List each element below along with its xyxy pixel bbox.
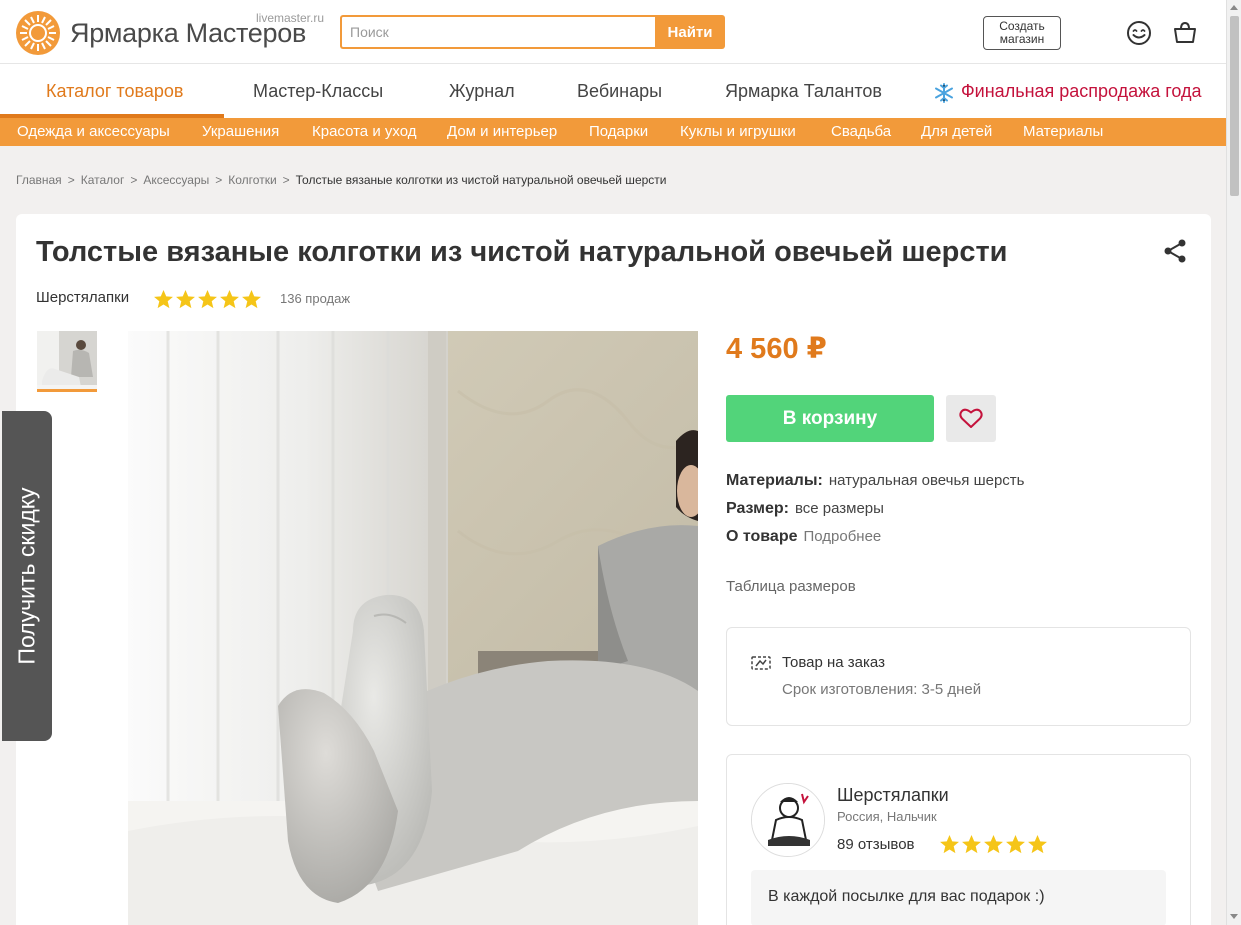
product-image [128, 331, 698, 925]
get-discount-tab[interactable]: Получить скидку [2, 411, 52, 741]
size-label: Размер: [726, 500, 789, 517]
shop-rating [939, 834, 1048, 855]
category-gifts[interactable]: Подарки [589, 123, 648, 140]
cart-icon[interactable] [1171, 19, 1199, 47]
gallery-thumbnail[interactable] [37, 331, 97, 389]
star-icon [198, 290, 217, 309]
product-seller-link[interactable]: Шерстялапки [36, 289, 129, 306]
star-icon [984, 835, 1003, 854]
category-materials[interactable]: Материалы [1023, 123, 1103, 140]
category-home[interactable]: Дом и интерьер [447, 123, 557, 140]
sales-count: 136 продаж [280, 291, 351, 306]
attribute-materials: Материалы: натуральная овечья шерсть [726, 472, 1024, 490]
star-icon [154, 290, 173, 309]
nav-master-classes[interactable]: Мастер-Классы [253, 81, 383, 102]
category-beauty[interactable]: Красота и уход [312, 123, 416, 140]
category-clothes[interactable]: Одежда и аксессуары [17, 123, 170, 140]
product-price: 4 560 ₽ [726, 333, 827, 365]
main-nav: Каталог товаров Мастер-Классы Журнал Веб… [0, 64, 1226, 118]
category-dolls[interactable]: Куклы и игрушки [680, 123, 796, 140]
order-title: Товар на заказ [782, 654, 885, 671]
size-table-link[interactable]: Таблица размеров [726, 578, 856, 595]
category-jewelry[interactable]: Украшения [202, 123, 279, 140]
create-shop-button[interactable]: Создать магазин [983, 16, 1061, 50]
breadcrumb-separator: > [282, 173, 290, 187]
scrollbar[interactable] [1226, 0, 1241, 925]
snowflake-icon [935, 83, 953, 103]
about-more-link[interactable]: Подробнее [803, 528, 881, 545]
breadcrumb-home[interactable]: Главная [16, 173, 62, 187]
nav-webinars[interactable]: Вебинары [577, 81, 662, 102]
category-wedding[interactable]: Свадьба [831, 123, 891, 140]
product-photo[interactable] [128, 331, 698, 925]
nav-promo-sale[interactable]: Финальная распродажа года [961, 81, 1202, 102]
product-title: Толстые вязаные колготки из чистой натур… [36, 236, 1008, 268]
star-icon [962, 835, 981, 854]
category-bar: Одежда и аксессуары Украшения Красота и … [0, 118, 1226, 146]
favorite-button[interactable] [946, 395, 996, 442]
star-icon [1028, 835, 1047, 854]
made-to-order-icon [751, 656, 771, 670]
get-discount-label: Получить скидку [13, 487, 40, 665]
scrollbar-thumb[interactable] [1230, 16, 1239, 196]
category-kids[interactable]: Для детей [921, 123, 992, 140]
materials-value: натуральная овечья шерсть [828, 472, 1025, 489]
star-icon [940, 835, 959, 854]
add-to-cart-button[interactable]: В корзину [726, 395, 934, 442]
size-value: все размеры [794, 500, 884, 517]
breadcrumb-separator: > [67, 173, 75, 187]
about-label: О товаре [726, 528, 798, 545]
shop-avatar-image [752, 784, 824, 856]
shop-name[interactable]: Шерстялапки [837, 785, 949, 806]
search-input[interactable] [340, 15, 656, 49]
share-icon[interactable] [1162, 238, 1188, 264]
materials-label: Материалы: [726, 472, 823, 489]
nav-talents[interactable]: Ярмарка Талантов [725, 81, 882, 102]
thumbnail-active-indicator [37, 389, 97, 392]
breadcrumb-separator: > [215, 173, 223, 187]
nav-catalog[interactable]: Каталог товаров [46, 81, 183, 102]
logo-domain: livemaster.ru [256, 11, 325, 25]
nav-journal[interactable]: Журнал [449, 81, 515, 102]
breadcrumb-tights[interactable]: Колготки [228, 173, 276, 187]
product-rating [153, 289, 262, 310]
breadcrumb-catalog[interactable]: Каталог [81, 173, 125, 187]
logo-icon[interactable] [15, 10, 61, 56]
shop-reviews-link[interactable]: 89 отзывов [837, 836, 915, 853]
breadcrumb: Главная > Каталог > Аксессуары > Колготки > Толс… [16, 173, 666, 187]
scroll-up-arrow-icon[interactable] [1230, 5, 1238, 10]
attribute-size: Размер: все размеры [726, 500, 884, 518]
smile-icon[interactable] [1125, 19, 1153, 47]
star-icon [242, 290, 261, 309]
scroll-down-arrow-icon[interactable] [1230, 914, 1238, 919]
breadcrumb-separator: > [130, 173, 138, 187]
heart-icon [959, 408, 983, 428]
star-icon [1006, 835, 1025, 854]
breadcrumb-accessories[interactable]: Аксессуары [143, 173, 209, 187]
shop-announcement: В каждой посылке для вас подарок :) [751, 870, 1166, 925]
star-icon [176, 290, 195, 309]
search-button[interactable]: Найти [655, 15, 725, 49]
attribute-about: О товаре Подробнее [726, 528, 881, 546]
header: Ярмарка Мастеров livemaster.ru Найти Соз… [0, 0, 1226, 64]
order-lead-time: Срок изготовления: 3-5 дней [782, 681, 982, 698]
breadcrumb-current: Толстые вязаные колготки из чистой натур… [295, 173, 667, 187]
star-icon [220, 290, 239, 309]
avatar[interactable] [751, 783, 825, 857]
shop-location: Россия, Нальчик [837, 809, 937, 824]
shop-info-box: Шерстялапки Россия, Нальчик 89 отзывов В… [726, 754, 1191, 925]
thumbnail-image [37, 331, 97, 389]
order-info-box: Товар на заказ Срок изготовления: 3-5 дн… [726, 627, 1191, 726]
